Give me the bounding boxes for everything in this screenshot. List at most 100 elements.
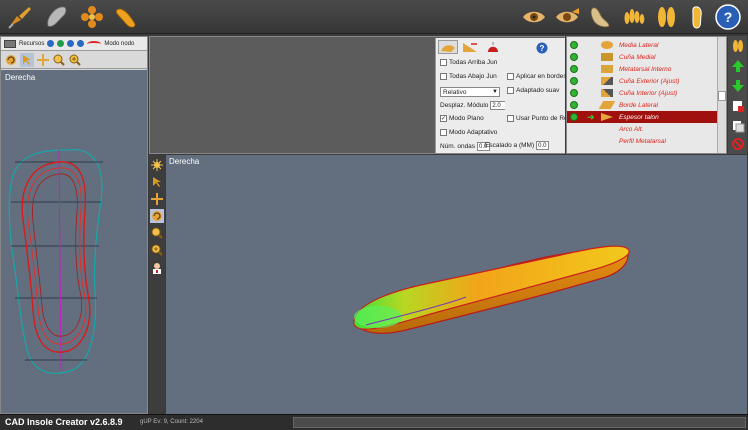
layer-row[interactable]: Borde Lateral — [567, 99, 717, 111]
arrow-up-icon[interactable] — [730, 58, 745, 73]
pause-icon[interactable] — [67, 40, 75, 47]
right-tools — [728, 36, 747, 154]
mode-select[interactable]: Relativo ▼ — [440, 87, 500, 97]
insole-pair-small-icon[interactable] — [730, 38, 745, 53]
chevron-down-icon: ▼ — [492, 89, 498, 95]
zoom-in-icon[interactable] — [68, 53, 82, 67]
todas-abajo-checkbox[interactable] — [440, 73, 447, 80]
pointer-icon[interactable] — [150, 175, 164, 189]
layer-visible-checkbox[interactable] — [570, 65, 578, 73]
svg-text:?: ? — [724, 9, 733, 25]
copy-layer-icon[interactable] — [730, 118, 745, 133]
layer-visible-checkbox[interactable] — [570, 41, 578, 49]
todas-arriba-checkbox[interactable] — [440, 59, 447, 66]
layer-row[interactable]: Arco Alt. — [567, 123, 717, 135]
arrow-down-icon[interactable] — [730, 78, 745, 93]
insole-single-icon[interactable] — [684, 3, 712, 31]
layer-visible-checkbox[interactable] — [570, 53, 578, 61]
sole-outline-icon[interactable] — [112, 3, 140, 31]
num-ondas-label: Núm. ondas — [440, 143, 476, 150]
layer-visible-checkbox[interactable] — [570, 113, 578, 121]
curve-node-icon[interactable] — [87, 40, 102, 47]
play-icon[interactable] — [47, 40, 55, 47]
rotate-icon[interactable] — [4, 53, 18, 67]
escalado-label: Escalado a (MM) — [485, 142, 535, 149]
layer-visible-checkbox[interactable] — [570, 101, 578, 109]
layer-scrollbar[interactable] — [717, 37, 726, 153]
modo-adaptativo-row[interactable]: Modo Adaptativo — [440, 129, 497, 136]
aplicar-bordes-row[interactable]: Aplicar en bordes — [507, 73, 567, 80]
layer-row[interactable]: Metatarsal Interno — [567, 63, 717, 75]
layer-visible-checkbox[interactable] — [570, 77, 578, 85]
params-help-icon[interactable]: ? — [536, 41, 548, 54]
top-view-canvas[interactable]: Derecha — [1, 70, 147, 413]
parameters-panel: ? Todas Arriba Jun Todas Abajo Jun Relat… — [149, 36, 568, 154]
scrollbar-thumb[interactable] — [718, 91, 726, 101]
add-layer-icon[interactable] — [730, 98, 745, 113]
draw-pencil-icon[interactable] — [6, 3, 34, 31]
light-icon[interactable] — [150, 158, 164, 172]
insole-3d-model — [353, 245, 630, 334]
modo-plano-row[interactable]: ✓ Modo Plano — [440, 115, 484, 122]
zoom-out-icon[interactable] — [150, 226, 164, 240]
rotate-icon[interactable] — [150, 209, 164, 223]
record-icon[interactable] — [57, 40, 65, 47]
modo-plano-checkbox[interactable]: ✓ — [440, 115, 447, 122]
todas-abajo-label: Todas Abajo Jun — [449, 73, 497, 80]
zoom-out-icon[interactable] — [52, 53, 66, 67]
desplaz-row: Desplaz. Módulo 2.0 — [440, 101, 511, 110]
resources-icon[interactable] — [4, 39, 16, 48]
move-icon[interactable] — [150, 192, 164, 206]
zoom-in-icon[interactable] — [150, 243, 164, 257]
usar-punto-row[interactable]: Usar Punto de Re — [507, 115, 568, 122]
stop-icon[interactable] — [77, 40, 85, 47]
toes-icon[interactable] — [620, 3, 648, 31]
aplicar-bordes-checkbox[interactable] — [507, 73, 514, 80]
cuna-exterior-icon — [601, 77, 613, 85]
heel-tool-icon[interactable] — [438, 40, 458, 54]
adaptado-row[interactable]: Adaptado suav — [507, 87, 559, 94]
layer-label: Cuña Exterior (Ajust) — [619, 77, 680, 85]
doctor-icon[interactable] — [150, 261, 164, 275]
wedge-tool-icon[interactable] — [461, 40, 481, 54]
layer-row[interactable]: Media Lateral — [567, 39, 717, 51]
layer-row[interactable]: Cuña Interior (Ajust) — [567, 87, 717, 99]
usar-punto-checkbox[interactable] — [507, 115, 514, 122]
main-3d-view[interactable]: Derecha — [166, 155, 747, 414]
insole-pair-icon[interactable] — [652, 3, 680, 31]
escalado-input[interactable]: 0.0 — [536, 141, 550, 150]
mode-select-value: Relativo — [443, 89, 467, 96]
left-panel: Recursos Modo nodo Derecha — [0, 36, 148, 414]
usar-punto-label: Usar Punto de Re — [516, 115, 568, 122]
recursos-label: Recursos — [19, 40, 45, 47]
delete-layer-icon[interactable] — [730, 136, 745, 151]
parameters-form-right: Aplicar en bordes Adaptado suav Usar Pun… — [485, 73, 568, 153]
layer-visible-checkbox[interactable] — [570, 89, 578, 97]
app-title: CAD Insole Creator v2.6.8.9 — [5, 417, 123, 427]
adaptado-checkbox[interactable] — [507, 87, 514, 94]
app-window: ? Recursos Modo nodo Derecha ? Todas Arr… — [0, 0, 748, 430]
move-icon[interactable] — [36, 53, 50, 67]
todas-abajo-row[interactable]: Todas Abajo Jun — [440, 73, 497, 80]
escalado-row: Escalado a (MM) 0.0 — [485, 141, 550, 150]
modo-adaptativo-checkbox[interactable] — [440, 129, 447, 136]
layer-row[interactable]: Perfil Metatarsal — [567, 135, 717, 147]
bell-tool-icon[interactable] — [484, 40, 504, 54]
todas-arriba-row[interactable]: Todas Arriba Jun — [440, 59, 497, 66]
eye-view-icon[interactable] — [520, 3, 548, 31]
pointer-icon[interactable] — [20, 52, 34, 67]
cuna-medial-icon — [601, 53, 613, 61]
help-icon[interactable]: ? — [714, 3, 742, 31]
foot-3d-icon[interactable] — [586, 3, 614, 31]
insole-shape-icon[interactable] — [42, 3, 70, 31]
status-bar: CAD Insole Creator v2.6.8.9 gUP Ev: 9, C… — [0, 414, 748, 430]
layer-row[interactable]: Cuña Exterior (Ajust) — [567, 75, 717, 87]
eye-foot-icon[interactable] — [553, 3, 581, 31]
layer-label: Arco Alt. — [619, 125, 644, 133]
flower-pattern-icon[interactable] — [78, 3, 106, 31]
layer-label: Metatarsal Interno — [619, 65, 672, 73]
layer-row[interactable]: Cuña Medial — [567, 51, 717, 63]
top-toolbar: ? — [0, 0, 748, 34]
layer-row-selected[interactable]: ➜ Espesor talon — [567, 111, 717, 123]
cuna-interior-icon — [601, 89, 613, 97]
